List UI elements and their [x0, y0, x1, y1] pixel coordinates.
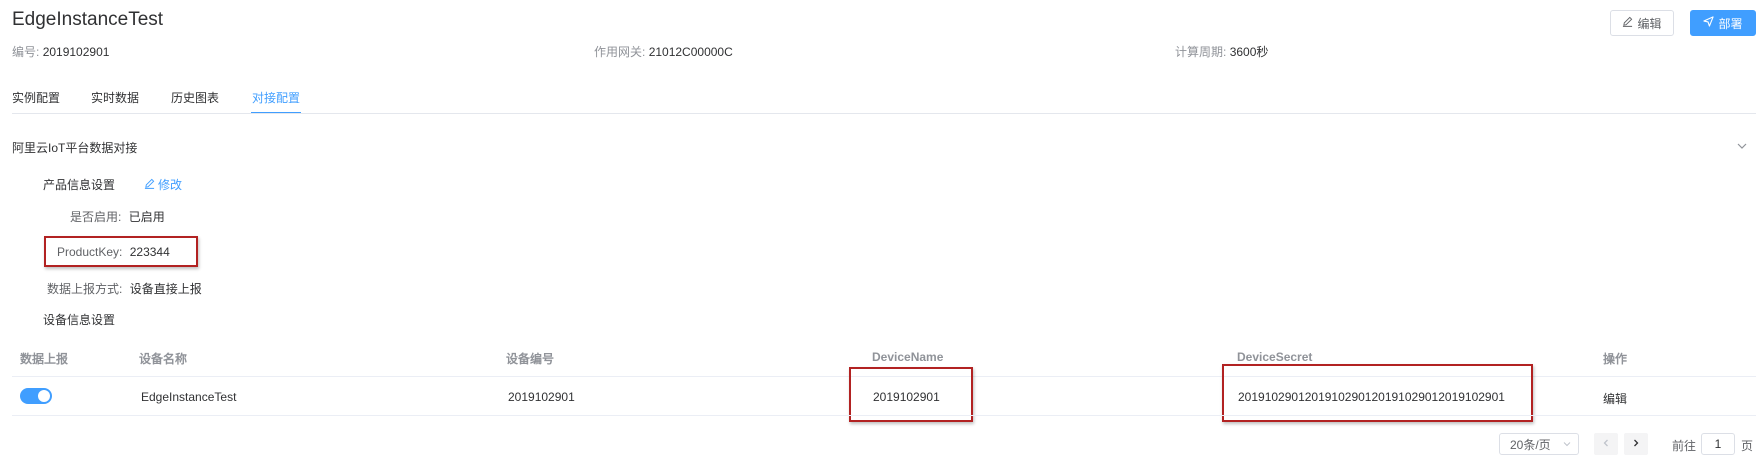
tab-instance-config[interactable]: 实例配置	[12, 89, 60, 106]
field-report-method: 数据上报方式: 设备直接上报	[47, 280, 202, 297]
modify-link[interactable]: 修改	[144, 176, 182, 193]
col-header-report: 数据上报	[20, 352, 69, 366]
pencil-icon	[1622, 16, 1633, 30]
product-settings-heading: 产品信息设置	[43, 176, 115, 193]
chevron-left-icon	[1601, 435, 1611, 453]
edit-button[interactable]: 编辑	[1610, 10, 1674, 36]
section-title: 阿里云IoT平台数据对接	[12, 141, 138, 155]
send-icon	[1703, 16, 1715, 30]
field-enabled: 是否启用: 已启用	[70, 208, 165, 225]
deploy-button-label: 部署	[1718, 16, 1743, 31]
row-edit-link[interactable]: 编辑	[1603, 390, 1627, 407]
chevron-right-icon	[1631, 435, 1641, 453]
goto-prefix: 前往	[1672, 439, 1697, 453]
col-header-device-name-cn: 设备名称	[139, 352, 188, 366]
col-header-devicesecret: DeviceSecret	[1237, 350, 1313, 364]
cell-devicename: 2019102901	[873, 390, 940, 404]
edit-button-label: 编辑	[1637, 16, 1662, 31]
modify-label: 修改	[158, 178, 183, 192]
meta-id: 编号: 2019102901	[12, 43, 109, 60]
meta-id-value: 2019102901	[42, 45, 110, 59]
field-enabled-value: 已启用	[128, 210, 165, 224]
tab-realtime-data[interactable]: 实时数据	[91, 89, 139, 106]
report-toggle[interactable]	[20, 388, 52, 404]
page-title: EdgeInstanceTest	[12, 9, 164, 30]
pencil-icon	[144, 178, 155, 192]
goto-page-input[interactable]: 1	[1701, 433, 1735, 455]
col-header-device-number: 设备编号	[506, 352, 555, 366]
field-enabled-label: 是否启用:	[70, 210, 122, 224]
page-size-select[interactable]: 20条/页	[1499, 433, 1579, 455]
col-header-devicename: DeviceName	[872, 350, 944, 364]
meta-period-value: 3600秒	[1229, 45, 1269, 59]
page-size-value: 20条/页	[1510, 437, 1551, 452]
meta-gateway-value: 21012C00000C	[648, 45, 733, 59]
cell-device-number: 2019102901	[508, 390, 575, 404]
cell-devicesecret: 2019102901201910290120191029012019102901	[1238, 390, 1505, 404]
goto-suffix: 页	[1741, 439, 1754, 453]
field-productkey-label: ProductKey:	[57, 245, 123, 259]
next-page-button[interactable]	[1624, 433, 1648, 455]
meta-gateway: 作用网关: 21012C00000C	[594, 43, 733, 60]
product-settings-label: 产品信息设置	[43, 178, 116, 192]
cell-device-name-cn: EdgeInstanceTest	[141, 390, 237, 404]
field-productkey: ProductKey: 223344	[57, 245, 170, 259]
field-report-method-value: 设备直接上报	[129, 282, 202, 296]
prev-page-button[interactable]	[1594, 433, 1618, 455]
col-header-actions: 操作	[1603, 352, 1628, 366]
chevron-down-icon[interactable]	[1736, 139, 1748, 151]
tab-integration-config[interactable]: 对接配置	[252, 89, 300, 106]
chevron-down-icon	[1562, 438, 1572, 448]
meta-period: 计算周期: 3600秒	[1175, 43, 1268, 60]
device-settings-heading: 设备信息设置	[43, 311, 115, 328]
field-report-method-label: 数据上报方式:	[47, 282, 123, 296]
table-row-divider	[12, 415, 1756, 416]
field-productkey-value: 223344	[129, 245, 170, 259]
tabs-divider	[12, 113, 1756, 114]
meta-gateway-label: 作用网关:	[594, 45, 646, 59]
meta-id-label: 编号:	[12, 45, 40, 59]
tab-history-chart[interactable]: 历史图表	[171, 89, 219, 106]
device-settings-label: 设备信息设置	[43, 313, 116, 327]
meta-period-label: 计算周期:	[1175, 45, 1227, 59]
deploy-button[interactable]: 部署	[1690, 10, 1756, 36]
toggle-knob	[38, 390, 50, 402]
